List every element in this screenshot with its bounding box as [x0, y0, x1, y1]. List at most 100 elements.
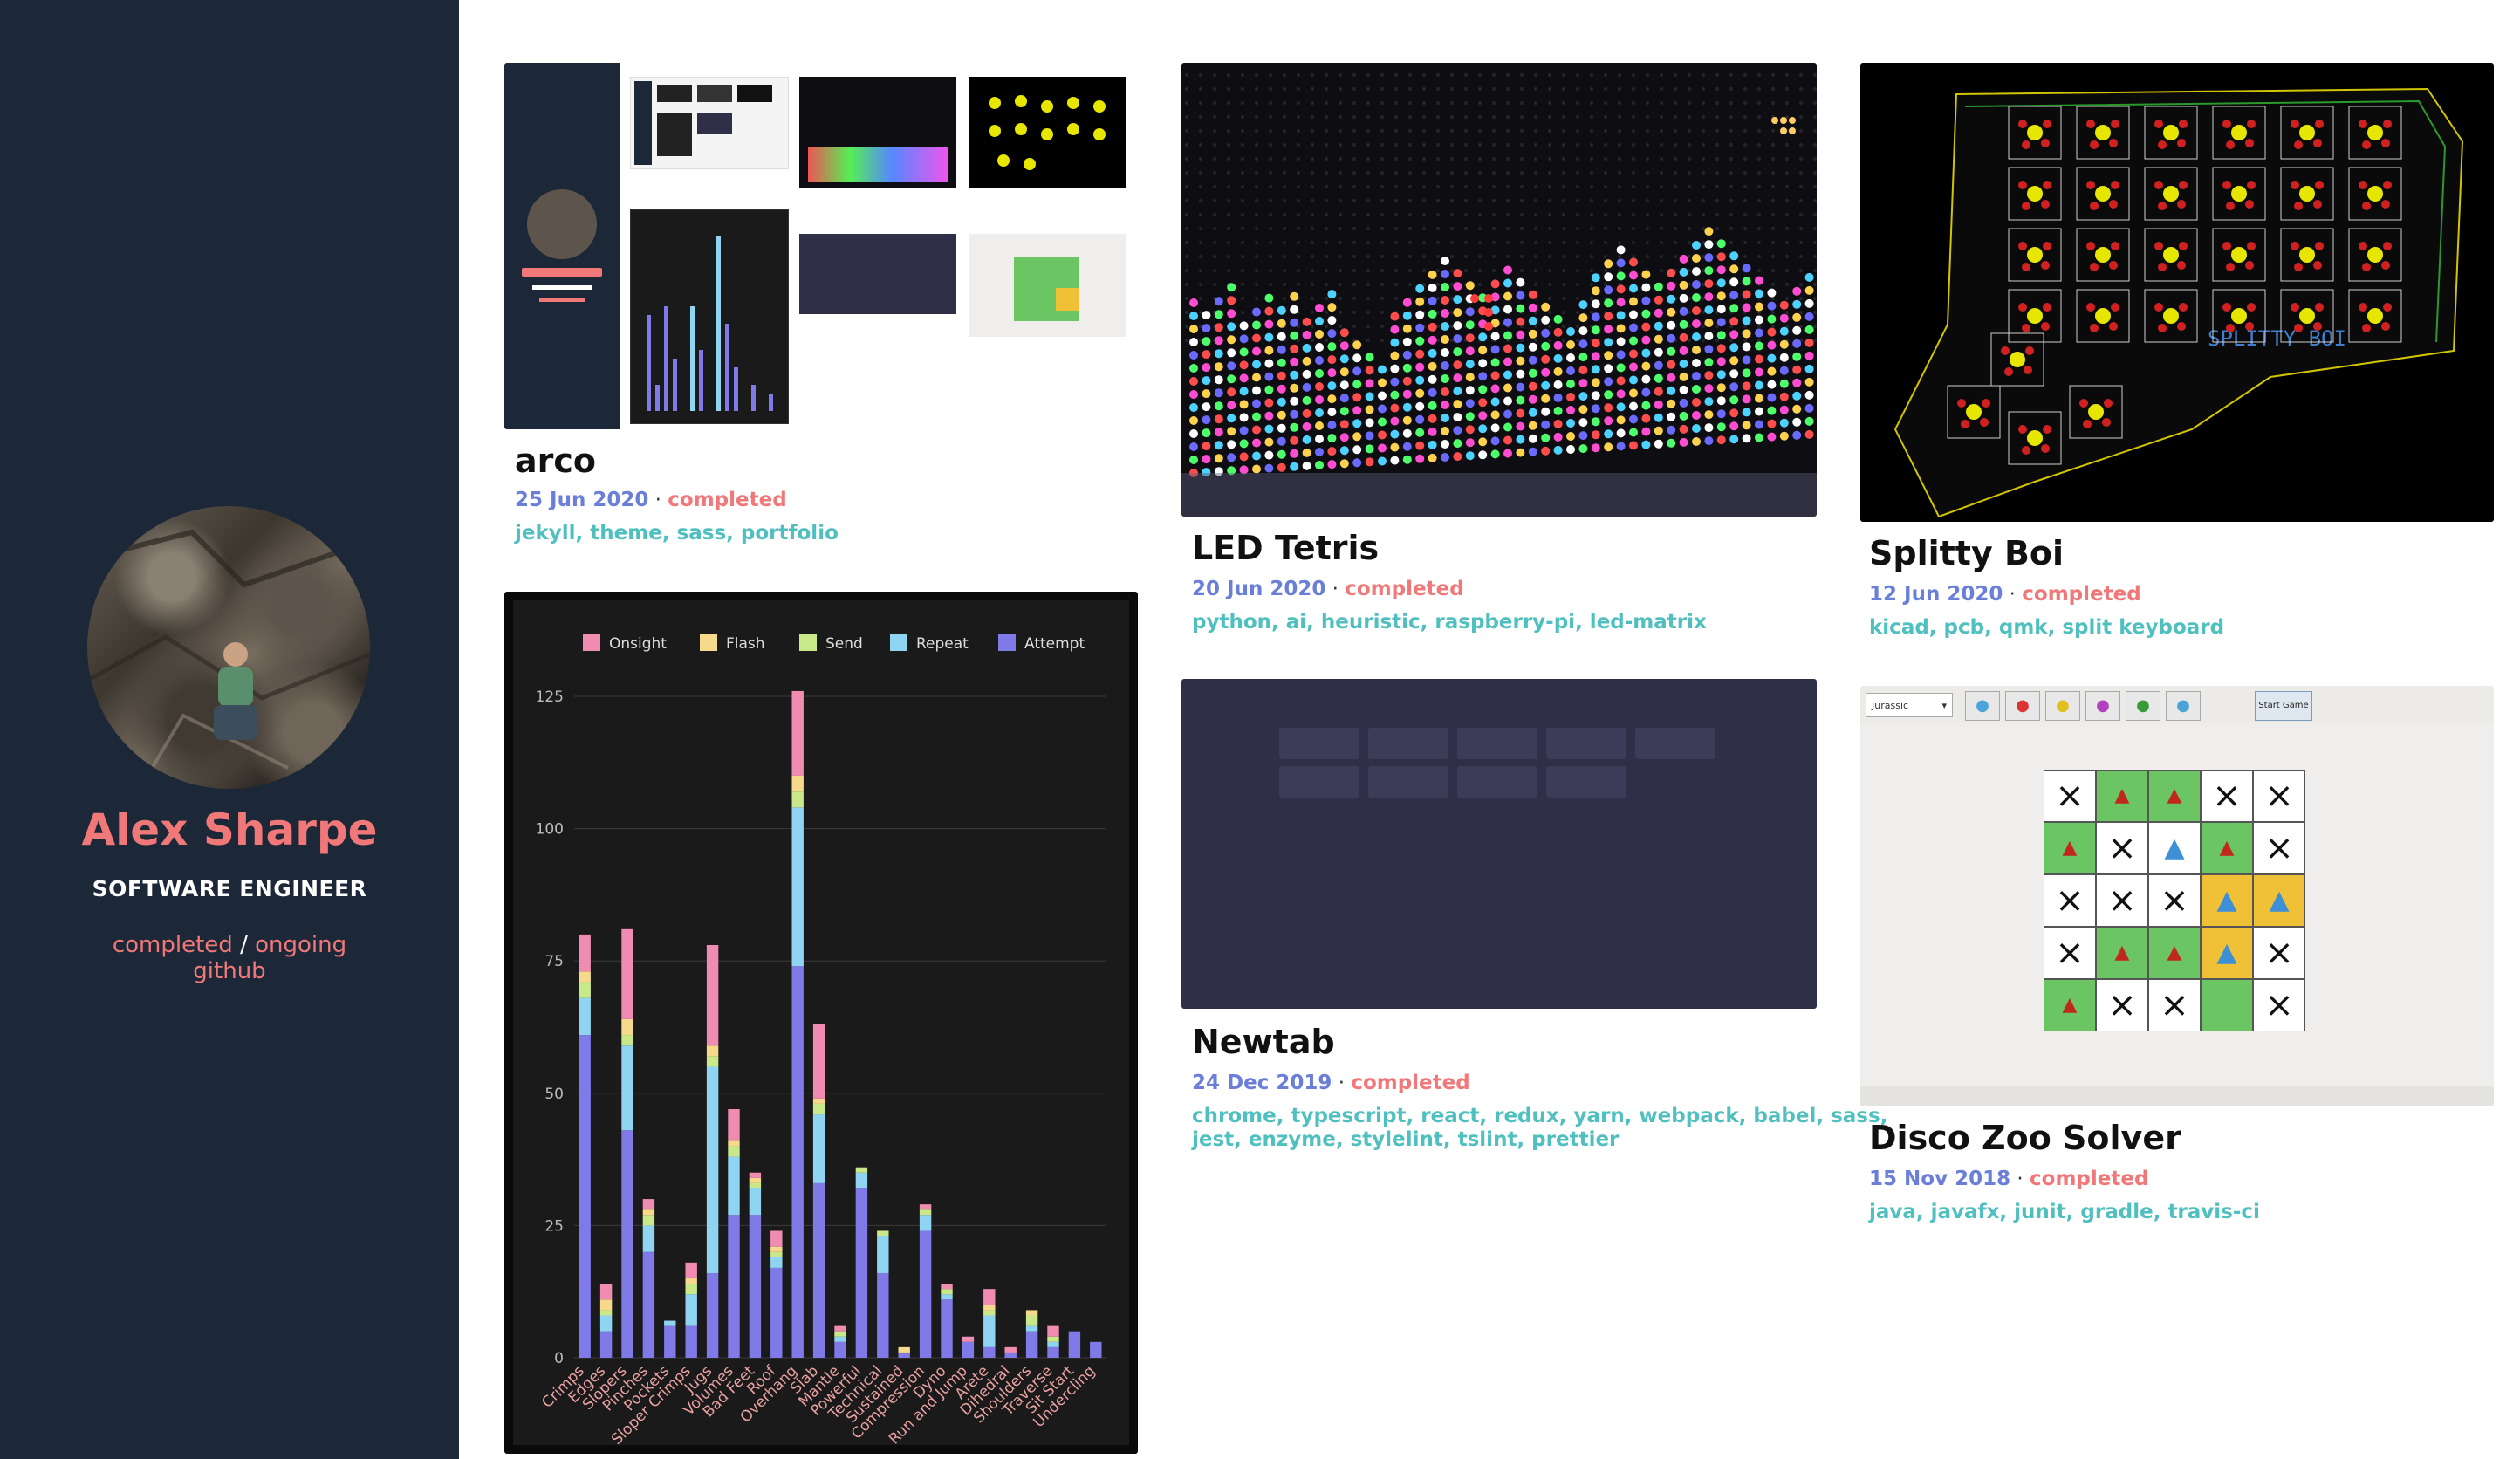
animal-button[interactable]: ●: [2126, 691, 2160, 721]
bar-segment: [579, 934, 591, 972]
project-date: 25 Jun 2020: [515, 489, 649, 511]
bar-segment: [685, 1262, 697, 1279]
ongoing-link[interactable]: ongoing: [255, 932, 346, 958]
bar-segment: [642, 1215, 655, 1226]
bar-segment: [877, 1230, 889, 1236]
bar-segment: [579, 971, 591, 983]
project-date: 24 Dec 2019: [1192, 1072, 1332, 1094]
project-status[interactable]: completed: [2030, 1168, 2148, 1190]
grid-cell-cross[interactable]: ×: [2148, 979, 2201, 1031]
bar-segment: [642, 1225, 655, 1252]
animal-button[interactable]: ●: [1965, 691, 2000, 721]
start-game-button[interactable]: Start Game: [2255, 691, 2312, 721]
grid-cell[interactable]: [2201, 979, 2253, 1031]
splitty-boi-thumbnail[interactable]: SPLITTY BOI: [1860, 63, 2494, 522]
project-title[interactable]: LED Tetris: [1192, 529, 1379, 567]
bar-segment: [749, 1172, 762, 1178]
grid-cell[interactable]: ▲: [2096, 770, 2148, 822]
disco-zoo-thumbnail[interactable]: Jurassic ▾ ● ● ● ● ● ● Start Game × ▲ ▲ × × ▲…: [1860, 686, 2494, 1106]
bar-segment: [599, 1331, 613, 1358]
grid-cell[interactable]: ▲: [2148, 770, 2201, 822]
bar-segment: [621, 928, 633, 1019]
grid-cell[interactable]: ▲: [2201, 822, 2253, 874]
bar-segment: [770, 1230, 783, 1247]
project-tags: jekyll, theme, sass, portfolio: [515, 522, 839, 545]
grid-cell[interactable]: ▲: [2044, 822, 2096, 874]
bar-segment: [728, 1140, 740, 1147]
bar-segment: [919, 1209, 932, 1216]
project-status[interactable]: completed: [1345, 578, 1463, 600]
arco-thumbnail[interactable]: [504, 63, 1129, 429]
animal-button[interactable]: ●: [2166, 691, 2201, 721]
animal-button[interactable]: ●: [2005, 691, 2040, 721]
legend-label: Send: [825, 635, 863, 653]
legend-label: Onsight: [609, 635, 667, 653]
grid-cell[interactable]: ▲: [2148, 927, 2201, 979]
grid-cell-cross[interactable]: ×: [2044, 874, 2096, 927]
completed-link[interactable]: completed: [113, 932, 233, 958]
bar-segment: [1068, 1331, 1081, 1358]
animal-button[interactable]: ●: [2085, 691, 2120, 721]
bar-segment: [941, 1289, 953, 1295]
github-link[interactable]: github: [193, 958, 265, 984]
bar-segment: [685, 1294, 697, 1326]
bar-segment: [706, 1066, 719, 1273]
project-status[interactable]: completed: [1351, 1072, 1469, 1094]
led-tetris-thumbnail[interactable]: [1181, 63, 1817, 517]
legend-label: Flash: [726, 635, 765, 653]
project-status[interactable]: completed: [668, 489, 786, 511]
meta-separator: ·: [1332, 578, 1339, 600]
grid-cell-cross[interactable]: ×: [2253, 979, 2305, 1031]
bar-segment: [791, 791, 804, 808]
bar-segment: [941, 1299, 953, 1358]
grid-cell-cross[interactable]: ×: [2044, 927, 2096, 979]
grid-cell-cross[interactable]: ×: [2148, 874, 2201, 927]
bar-segment: [642, 1209, 655, 1216]
project-title[interactable]: Splitty Boi: [1869, 534, 2064, 572]
project-meta: 15 Nov 2018 · completed: [1869, 1168, 2148, 1190]
grid-cell[interactable]: ▲: [2096, 927, 2148, 979]
grid-cell[interactable]: ▲: [2044, 979, 2096, 1031]
bar-segment: [812, 1103, 825, 1115]
bar-segment: [749, 1182, 762, 1188]
grid-cell-cross[interactable]: ×: [2096, 822, 2148, 874]
bar-segment: [919, 1230, 932, 1358]
bar-segment: [599, 1310, 613, 1316]
bar-segment: [685, 1278, 697, 1284]
bar-segment: [1025, 1310, 1038, 1316]
legend-swatch: [890, 634, 907, 651]
grid-cell-cross[interactable]: ×: [2096, 874, 2148, 927]
grid-cell-cross[interactable]: ×: [2253, 822, 2305, 874]
project-status[interactable]: completed: [2022, 583, 2140, 606]
grid-cell[interactable]: ▲: [2253, 874, 2305, 927]
bar-segment: [834, 1336, 846, 1342]
chevron-down-icon: ▾: [1941, 700, 1947, 711]
bar-segment: [579, 997, 591, 1036]
grid-cell-cross[interactable]: ×: [2253, 927, 2305, 979]
github-link-row: github: [0, 958, 459, 984]
bar-segment: [621, 1130, 633, 1358]
grid-cell[interactable]: ▲: [2148, 822, 2201, 874]
animal-button[interactable]: ●: [2045, 691, 2080, 721]
grid-cell-cross[interactable]: ×: [2253, 770, 2305, 822]
region-select[interactable]: Jurassic ▾: [1866, 693, 1953, 717]
grid-cell-cross[interactable]: ×: [2044, 770, 2096, 822]
newtab-thumbnail[interactable]: [1181, 679, 1817, 1009]
bar-segment: [621, 1018, 633, 1036]
bar-segment: [1025, 1331, 1038, 1358]
climbing-chart-card[interactable]: 0 25 50 75 100 125 Onsight Flash Send Repeat Attem…: [504, 592, 1138, 1454]
bar-segment: [770, 1246, 783, 1252]
project-title[interactable]: arco: [515, 442, 596, 480]
project-meta: 20 Jun 2020 · completed: [1192, 578, 1464, 600]
project-title[interactable]: Newtab: [1192, 1023, 1335, 1061]
grid-cell-cross[interactable]: ×: [2201, 770, 2253, 822]
bar-segment: [664, 1320, 676, 1326]
meta-separator: ·: [654, 489, 661, 511]
grid-cell-cross[interactable]: ×: [2096, 979, 2148, 1031]
project-title[interactable]: Disco Zoo Solver: [1869, 1119, 2181, 1157]
bar-segment: [898, 1346, 910, 1353]
grid-cell[interactable]: ▲: [2201, 874, 2253, 927]
grid-cell[interactable]: ▲: [2201, 927, 2253, 979]
bar-segment: [599, 1284, 613, 1300]
bar-segment: [791, 807, 804, 967]
